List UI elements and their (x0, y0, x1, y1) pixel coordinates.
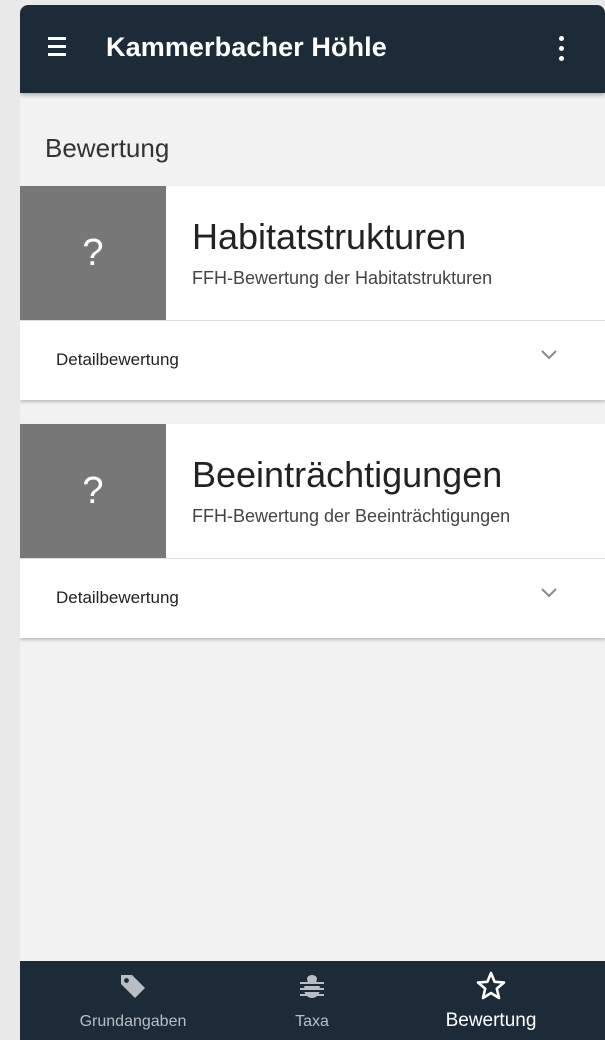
chevron-down-icon (541, 350, 557, 360)
score-badge: ? (20, 186, 166, 320)
chevron-down-icon (541, 588, 557, 598)
expander-label: Detailbewertung (56, 588, 179, 607)
section-title: Bewertung (45, 133, 170, 163)
card-header: ? Beeinträchtigungen FFH-Bewertung der B… (20, 424, 605, 558)
card-title: Beeinträchtigungen (192, 454, 503, 495)
bug-icon (300, 975, 324, 998)
expander-label: Detailbewertung (56, 350, 179, 369)
assessment-card-habitatstrukturen: ? Habitatstrukturen FFH-Bewertung der Ha… (20, 186, 605, 400)
detail-expander[interactable]: Detailbewertung (20, 559, 605, 638)
app-window: Kammerbacher Höhle Bewertung ? Habitatst… (20, 5, 605, 1040)
nav-item-bewertung[interactable]: Bewertung (396, 961, 586, 1040)
nav-item-grundangaben[interactable]: Grundangaben (38, 961, 228, 1040)
app-title: Kammerbacher Höhle (106, 32, 387, 62)
card-title: Habitatstrukturen (192, 216, 467, 257)
card-subtitle: FFH-Bewertung der Habitatstrukturen (192, 268, 493, 288)
tag-icon (121, 975, 145, 998)
more-vertical-icon[interactable] (550, 33, 574, 65)
card-header: ? Habitatstrukturen FFH-Bewertung der Ha… (20, 186, 605, 320)
nav-label: Taxa (295, 1013, 329, 1030)
nav-label: Bewertung (445, 1010, 537, 1031)
card-subtitle: FFH-Bewertung der Beeinträchtigungen (192, 506, 511, 526)
nav-item-taxa[interactable]: Taxa (217, 961, 407, 1040)
score-badge: ? (20, 424, 166, 558)
app-bar: Kammerbacher Höhle (20, 5, 605, 93)
bottom-navigation: Grundangaben Taxa Bewertung (20, 961, 605, 1040)
nav-label: Grundangaben (79, 1013, 187, 1030)
star-outline-icon (476, 971, 506, 1000)
assessment-card-beeintraechtigungen: ? Beeinträchtigungen FFH-Bewertung der B… (20, 424, 605, 638)
hamburger-menu-icon[interactable] (45, 35, 71, 59)
detail-expander[interactable]: Detailbewertung (20, 321, 605, 400)
